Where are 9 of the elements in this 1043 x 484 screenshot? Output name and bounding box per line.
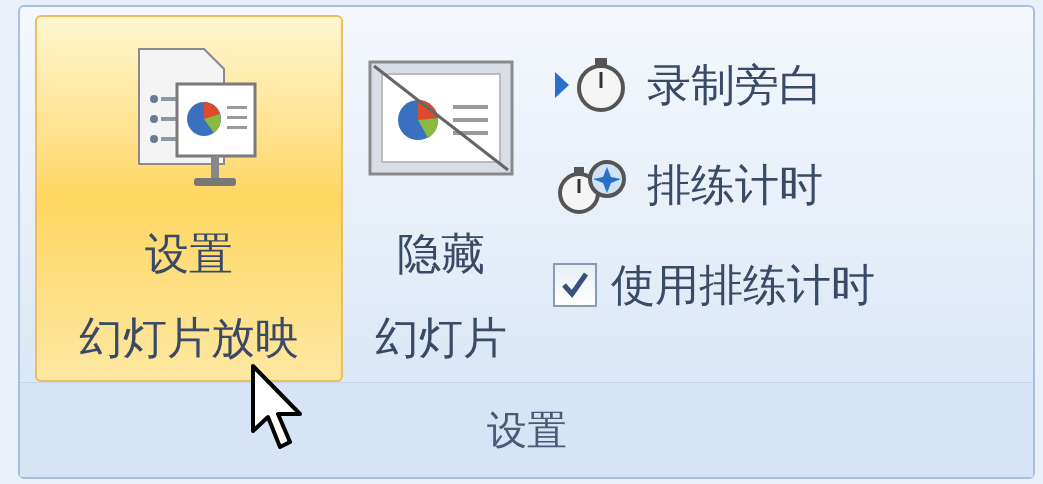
ribbon-large-button[interactable]: 设置 幻灯片放映 <box>35 15 343 382</box>
ribbon-small-button[interactable]: 排练计时 <box>553 135 875 235</box>
group-label: 设置 <box>486 406 567 455</box>
ribbon-small-button[interactable]: 录制旁白 <box>553 35 875 135</box>
checkbox-option[interactable]: 使用排练计时 <box>553 235 875 335</box>
hidden-slide-icon <box>368 59 514 178</box>
ribbon-large-button[interactable]: 隐藏 幻灯片 <box>351 15 531 382</box>
checkbox[interactable] <box>553 263 597 307</box>
checkmark-icon <box>560 270 590 300</box>
